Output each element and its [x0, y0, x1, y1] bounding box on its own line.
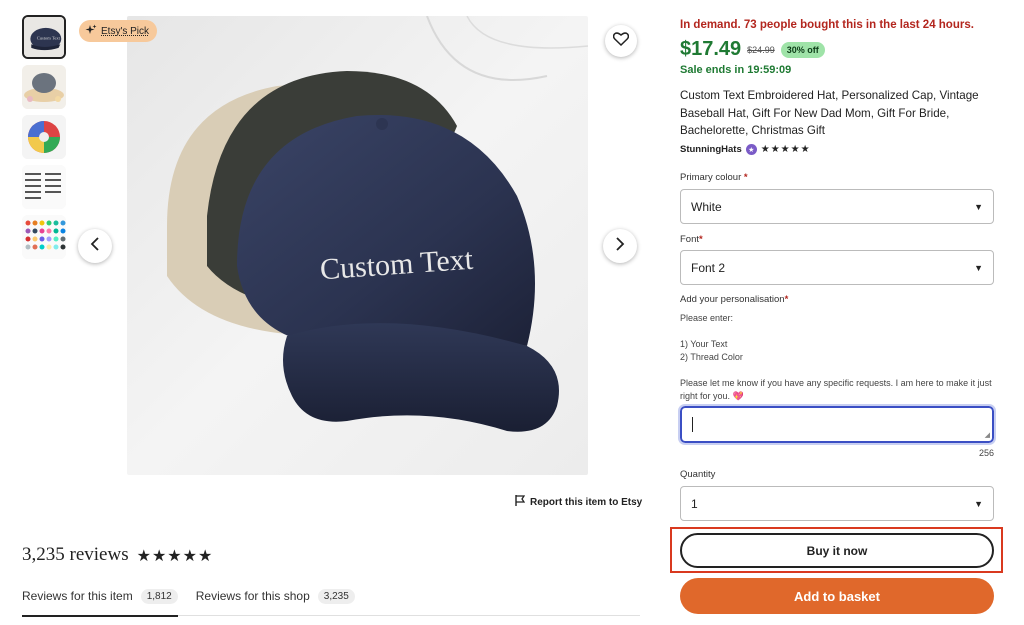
- quantity-label: Quantity: [680, 469, 716, 480]
- dropdown-caret-icon: ▼: [974, 262, 983, 273]
- flag-icon: [515, 495, 526, 509]
- font-label-text: Font: [680, 234, 700, 245]
- dropdown-caret-icon: ▼: [974, 498, 983, 509]
- quantity-value: 1: [691, 496, 698, 511]
- dropdown-caret-icon: ▼: [974, 201, 983, 212]
- thumbnail-strip: Custom Text: [22, 15, 66, 265]
- tab-label: Reviews for this shop: [195, 589, 310, 603]
- original-price: $24.99: [747, 44, 775, 55]
- personalisation-label-text: Add your personalisation: [680, 294, 785, 305]
- sale-countdown: Sale ends in 19:59:09: [680, 64, 792, 76]
- required-mark: *: [743, 172, 748, 183]
- font-value: Font 2: [691, 260, 726, 275]
- personalisation-instruction-2: 1) Your Text: [680, 339, 728, 349]
- shop-name-link[interactable]: StunningHats: [680, 144, 742, 155]
- main-product-image: Custom Text: [127, 16, 588, 475]
- add-to-basket-button[interactable]: Add to basket: [680, 578, 994, 614]
- tab-count-badge: 1,812: [140, 589, 178, 604]
- heart-icon: [612, 31, 630, 51]
- shop-info: StunningHats ★ ★★★★★: [680, 144, 811, 155]
- character-counter: 256: [978, 448, 994, 458]
- etsys-pick-badge[interactable]: Etsy's Pick: [79, 20, 158, 42]
- reviews-star-rating: ★★★★★: [136, 545, 214, 565]
- personalisation-instruction-1: Please enter:: [680, 313, 734, 323]
- discount-badge: 30% off: [780, 41, 825, 58]
- required-mark: *: [699, 234, 703, 245]
- tab-reviews-shop[interactable]: Reviews for this shop 3,235: [196, 586, 355, 616]
- sale-price: $17.49: [680, 38, 742, 60]
- star-seller-icon: ★: [745, 144, 757, 155]
- thumbnail-3[interactable]: [22, 115, 66, 159]
- etsys-pick-label: Etsy's Pick: [101, 25, 150, 37]
- primary-colour-select[interactable]: White ▼: [680, 189, 994, 224]
- font-label: Font*: [680, 234, 703, 245]
- thumbnail-2[interactable]: [22, 65, 66, 109]
- favorite-button[interactable]: [605, 25, 637, 57]
- tab-reviews-item[interactable]: Reviews for this item 1,812: [22, 586, 178, 617]
- buy-it-now-button[interactable]: Buy it now: [680, 533, 994, 568]
- required-mark: *: [784, 294, 789, 305]
- svg-text:Custom Text: Custom Text: [37, 36, 61, 41]
- previous-image-button[interactable]: [78, 229, 112, 263]
- price-row: $17.49 $24.99 30% off: [680, 38, 825, 61]
- chevron-left-icon: [90, 236, 100, 256]
- tab-label: Reviews for this item: [22, 589, 133, 603]
- primary-colour-value: White: [691, 199, 722, 214]
- personalisation-instruction-4: Please let me know if you have any speci…: [680, 378, 992, 401]
- primary-colour-label: Primary colour *: [680, 172, 748, 183]
- product-title: Custom Text Embroidered Hat, Personalize…: [680, 89, 979, 137]
- thumbnail-5[interactable]: [22, 215, 66, 259]
- personalisation-textarea[interactable]: ◢: [678, 404, 996, 445]
- personalisation-instruction-3: 2) Thread Color: [680, 352, 743, 362]
- reviews-count-title: 3,235 reviews: [22, 544, 129, 565]
- primary-colour-label-text: Primary colour: [680, 172, 742, 183]
- resize-grip-icon[interactable]: ◢: [985, 431, 990, 439]
- thumbnail-4[interactable]: [22, 165, 66, 209]
- text-cursor: [692, 417, 693, 432]
- thumbnail-1[interactable]: Custom Text: [22, 15, 66, 59]
- quantity-select[interactable]: 1 ▼: [680, 486, 994, 521]
- reviews-tabs: Reviews for this item 1,812 Reviews for …: [22, 586, 640, 617]
- sparkle-icon: [85, 24, 97, 39]
- report-item-label: Report this item to Etsy: [530, 496, 643, 508]
- demand-notice: In demand. 73 people bought this in the …: [680, 19, 974, 31]
- tab-count-badge: 3,235: [317, 589, 355, 604]
- font-select[interactable]: Font 2 ▼: [680, 250, 994, 285]
- next-image-button[interactable]: [603, 229, 637, 263]
- shop-star-rating: ★★★★★: [760, 144, 811, 155]
- reviews-heading: 3,235 reviews ★★★★★: [22, 544, 213, 566]
- report-item-link[interactable]: Report this item to Etsy: [515, 495, 642, 509]
- chevron-right-icon: [615, 236, 625, 256]
- personalisation-label: Add your personalisation*: [680, 294, 788, 305]
